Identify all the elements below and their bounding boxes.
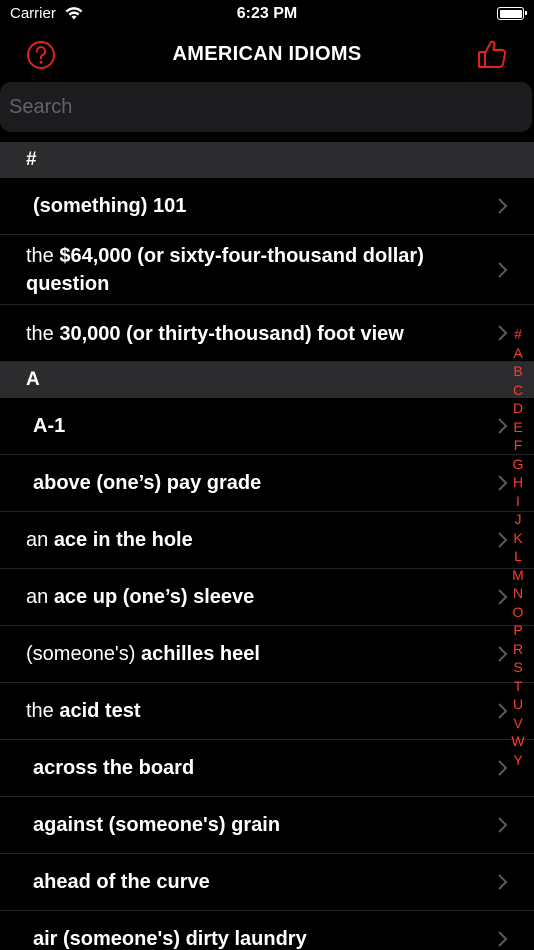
index-letter[interactable]: M [510,566,526,585]
list-item[interactable]: (someone's) achilles heel [0,626,534,683]
index-letter[interactable]: V [510,714,526,733]
idiom-prefix: an [26,529,54,551]
idiom-list: # (something) 101 the $64,000 (or sixty-… [0,142,534,950]
idiom-prefix: (someone's) [26,643,141,665]
idiom-phrase: against (someone's) grain [33,814,281,836]
list-item-text: (someone's) achilles heel [0,626,534,668]
page-title: AMERICAN IDIOMS [172,43,362,65]
idiom-phrase: ace in the hole [53,529,193,551]
index-letter[interactable]: S [510,658,526,677]
list-item-text: an ace up (one’s) sleeve [0,569,534,611]
chevron-right-icon [498,646,508,662]
index-letter[interactable]: L [510,547,526,566]
index-letter[interactable]: O [510,603,526,622]
chevron-right-icon [498,874,508,890]
list-item-text: air (someone's) dirty laundry [0,911,534,950]
list-item-text: an ace in the hole [0,512,534,554]
list-item-text: above (one’s) pay grade [0,455,534,497]
idiom-phrase: air (someone's) dirty laundry [33,928,307,950]
chevron-right-icon [498,817,508,833]
search-input[interactable] [0,82,532,132]
list-item-text: ahead of the curve [0,854,534,896]
idiom-phrase: ahead of the curve [33,871,210,893]
section-index[interactable]: # A B C D E F G H I J K L M N O P R S T U V W Y [510,325,526,769]
idiom-phrase: (something) 101 [33,195,187,217]
idiom-phrase: across the board [33,757,195,779]
chevron-right-icon [498,325,508,341]
idiom-prefix: an [26,586,54,608]
index-letter[interactable]: H [510,473,526,492]
search-bar [0,82,534,132]
list-item[interactable]: an ace up (one’s) sleeve [0,569,534,626]
list-item[interactable]: the $64,000 (or sixty-four-thousand doll… [0,235,534,305]
index-letter[interactable]: P [510,621,526,640]
list-item-text: the 30,000 (or thirty-thousand) foot vie… [0,305,534,348]
index-letter[interactable]: W [510,732,526,751]
chevron-right-icon [498,261,508,278]
index-letter[interactable]: G [510,455,526,474]
chevron-right-icon [498,532,508,548]
chevron-right-icon [498,703,508,719]
battery-icon [497,7,527,20]
chevron-right-icon [498,589,508,605]
list-item[interactable]: against (someone's) grain [0,797,534,854]
index-letter[interactable]: A [510,344,526,363]
chevron-right-icon [498,931,508,947]
idiom-phrase: acid test [59,700,141,722]
index-letter[interactable]: F [510,436,526,455]
idiom-prefix: the [26,245,60,267]
like-button[interactable] [476,38,508,70]
index-letter[interactable]: R [510,640,526,659]
index-letter[interactable]: I [510,492,526,511]
index-letter[interactable]: # [510,325,526,344]
list-item[interactable]: an ace in the hole [0,512,534,569]
idiom-phrase: above (one’s) pay grade [33,472,262,494]
list-item-text: across the board [0,740,534,782]
status-bar: Carrier 6:23 PM [0,0,534,30]
idiom-prefix: the [26,700,60,722]
chevron-right-icon [498,418,508,434]
list-item[interactable]: A-1 [0,398,534,455]
index-letter[interactable]: U [510,695,526,714]
index-letter[interactable]: K [510,529,526,548]
idiom-phrase: $64,000 (or sixty-four-thousand dollar) … [26,245,424,295]
chevron-right-icon [498,475,508,491]
list-item[interactable]: ahead of the curve [0,854,534,911]
index-letter[interactable]: C [510,381,526,400]
idiom-prefix: the [26,323,60,345]
index-letter[interactable]: T [510,677,526,696]
chevron-right-icon [498,198,508,214]
list-item[interactable]: across the board [0,740,534,797]
list-item[interactable]: the acid test [0,683,534,740]
index-letter[interactable]: D [510,399,526,418]
idiom-phrase: ace up (one’s) sleeve [53,586,255,608]
idiom-phrase: A-1 [33,415,66,437]
list-item[interactable]: above (one’s) pay grade [0,455,534,512]
list-item-text: A-1 [0,398,534,440]
list-item[interactable]: air (someone's) dirty laundry [0,911,534,950]
thumbs-up-icon [478,40,507,68]
index-letter[interactable]: B [510,362,526,381]
index-letter[interactable]: J [510,510,526,529]
chevron-right-icon [498,760,508,776]
idiom-phrase: achilles heel [140,643,260,665]
list-item[interactable]: the 30,000 (or thirty-thousand) foot vie… [0,305,534,362]
list-item-text: against (someone's) grain [0,797,534,839]
list-item[interactable]: (something) 101 [0,178,534,235]
list-item-text: the acid test [0,683,534,725]
idiom-phrase: 30,000 (or thirty-thousand) foot view [59,323,404,345]
navigation-bar: AMERICAN IDIOMS [0,30,534,80]
index-letter[interactable]: N [510,584,526,603]
list-item-text: the $64,000 (or sixty-four-thousand doll… [0,235,534,298]
section-header: A [0,362,534,398]
list-item-text: (something) 101 [0,178,534,220]
index-letter[interactable]: E [510,418,526,437]
section-header: # [0,142,534,178]
index-letter[interactable]: Y [510,751,526,770]
status-time: 6:23 PM [236,5,298,22]
